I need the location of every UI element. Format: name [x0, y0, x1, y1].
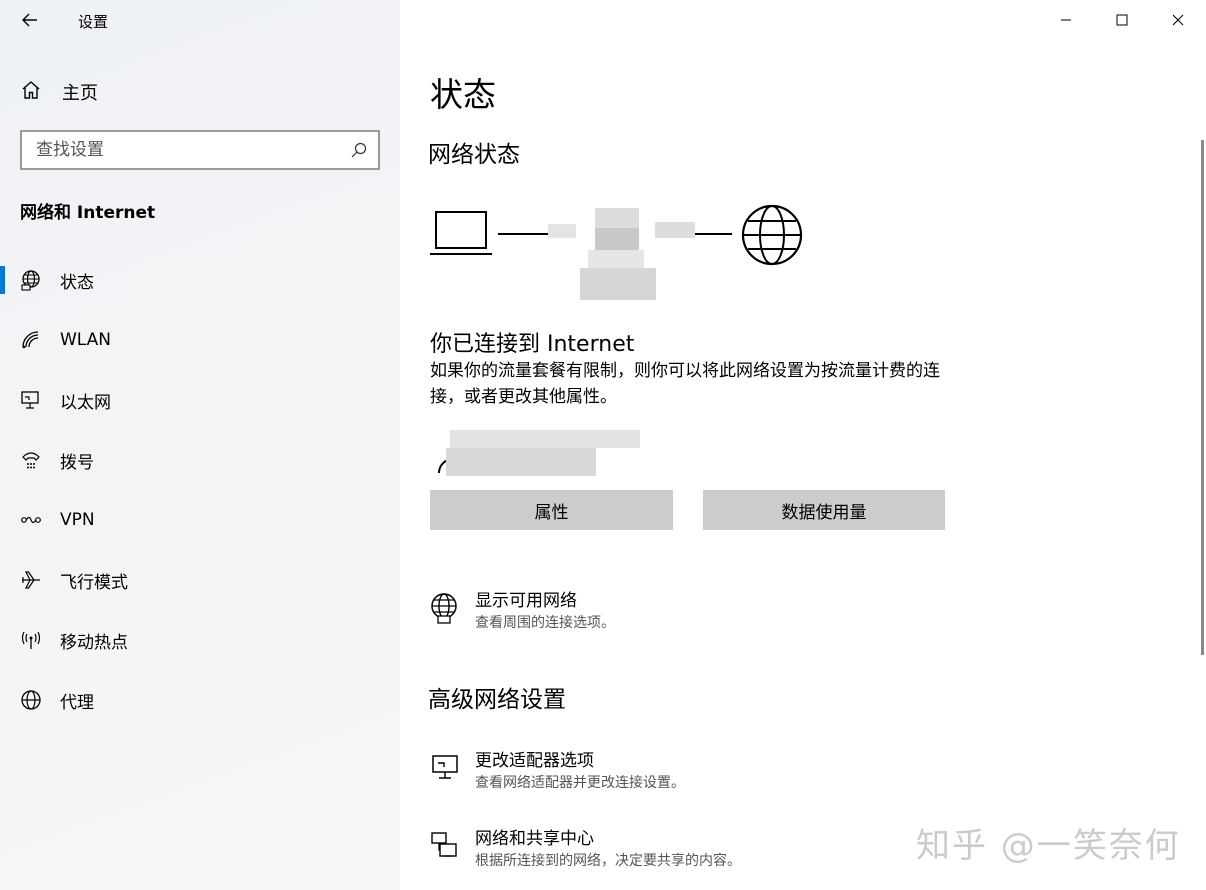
- sidebar-item-ethernet[interactable]: 以太网: [0, 370, 400, 430]
- sidebar-item-dialup[interactable]: 拨号: [0, 430, 400, 490]
- section-title: 网络和 Internet: [20, 203, 156, 223]
- sharing-center-icon: [430, 830, 460, 862]
- minimize-icon[interactable]: [1038, 0, 1094, 40]
- network-status-heading: 网络状态: [428, 142, 520, 168]
- home-icon: [20, 79, 42, 105]
- sidebar-item-vpn[interactable]: VPN: [0, 490, 400, 550]
- adapter-monitor-icon: [430, 752, 460, 784]
- titlebar: 设置: [0, 0, 400, 40]
- sidebar-item-home[interactable]: 主页: [20, 78, 380, 106]
- home-label: 主页: [62, 83, 98, 104]
- sidebar-item-label: WLAN: [60, 330, 112, 350]
- sharing-center-link[interactable]: 网络和共享中心 根据所连接到的网络，决定要共享的内容。: [430, 828, 741, 872]
- maximize-icon[interactable]: [1094, 0, 1150, 40]
- sidebar-item-label: 状态: [60, 272, 94, 293]
- page-title: 状态: [430, 75, 496, 114]
- close-icon[interactable]: [1150, 0, 1206, 40]
- app-title: 设置: [78, 13, 109, 31]
- sidebar-item-airplane[interactable]: 飞行模式: [0, 550, 400, 610]
- advanced-settings-heading: 高级网络设置: [428, 687, 566, 713]
- show-networks-desc: 查看周围的连接选项。: [475, 615, 615, 631]
- connected-description: 如果你的流量套餐有限制，则你可以将此网络设置为按流量计费的连接，或者更改其他属性…: [430, 361, 940, 407]
- sidebar-item-wlan[interactable]: WLAN: [0, 310, 400, 370]
- sharing-center-title: 网络和共享中心: [475, 829, 594, 849]
- search-box[interactable]: [20, 130, 380, 170]
- vpn-icon: [20, 509, 42, 531]
- adapter-options-desc: 查看网络适配器并更改连接设置。: [475, 775, 685, 791]
- properties-button[interactable]: 属性: [430, 490, 673, 530]
- sidebar-item-label: 拨号: [60, 452, 94, 473]
- watermark: 知乎 @一笑奈何: [916, 826, 1181, 866]
- sidebar-item-label: 移动热点: [60, 632, 128, 653]
- main-panel: 状态 网络状态 你已连接到 Internet 如果你的流量套餐有限制，则你可以将…: [400, 0, 1206, 890]
- ethernet-adapter-blurred: [436, 428, 646, 478]
- dialup-icon: [20, 449, 42, 471]
- sidebar-item-proxy[interactable]: 代理: [0, 670, 400, 730]
- wifi-icon: [20, 329, 42, 351]
- sidebar-item-label: 飞行模式: [60, 572, 128, 593]
- sidebar: 设置 主页 网络和 Internet 状态 WLAN: [0, 0, 400, 890]
- search-icon[interactable]: [350, 141, 368, 159]
- sidebar-item-status[interactable]: 状态: [0, 250, 400, 310]
- data-usage-button[interactable]: 数据使用量: [703, 490, 945, 530]
- airplane-icon: [20, 569, 42, 591]
- globe-network-icon: [430, 592, 460, 624]
- search-input[interactable]: [22, 132, 342, 168]
- sharing-center-desc: 根据所连接到的网络，决定要共享的内容。: [475, 853, 741, 869]
- scrollbar[interactable]: [1201, 140, 1204, 655]
- sidebar-item-hotspot[interactable]: 移动热点: [0, 610, 400, 670]
- globe-status-icon: [20, 269, 42, 291]
- sidebar-item-label: VPN: [60, 510, 95, 530]
- globe-icon: [20, 689, 42, 711]
- show-networks-title: 显示可用网络: [475, 591, 577, 611]
- window-controls: [1038, 0, 1206, 40]
- internet-globe-icon: [741, 204, 803, 266]
- sidebar-item-label: 代理: [60, 692, 94, 713]
- hotspot-icon: [20, 629, 42, 651]
- adapter-options-title: 更改适配器选项: [475, 751, 594, 771]
- sidebar-nav: 状态 WLAN 以太网 拨号 VPN 飞行模式 移动热点 代理: [0, 250, 400, 730]
- adapter-options-link[interactable]: 更改适配器选项 查看网络适配器并更改连接设置。: [430, 750, 685, 794]
- ethernet-icon: [20, 389, 42, 411]
- connected-title: 你已连接到 Internet: [430, 332, 635, 357]
- show-networks-link[interactable]: 显示可用网络 查看周围的连接选项。: [430, 590, 615, 634]
- sidebar-item-label: 以太网: [60, 392, 111, 413]
- back-arrow-icon[interactable]: [18, 8, 42, 32]
- network-diagram: [430, 200, 810, 310]
